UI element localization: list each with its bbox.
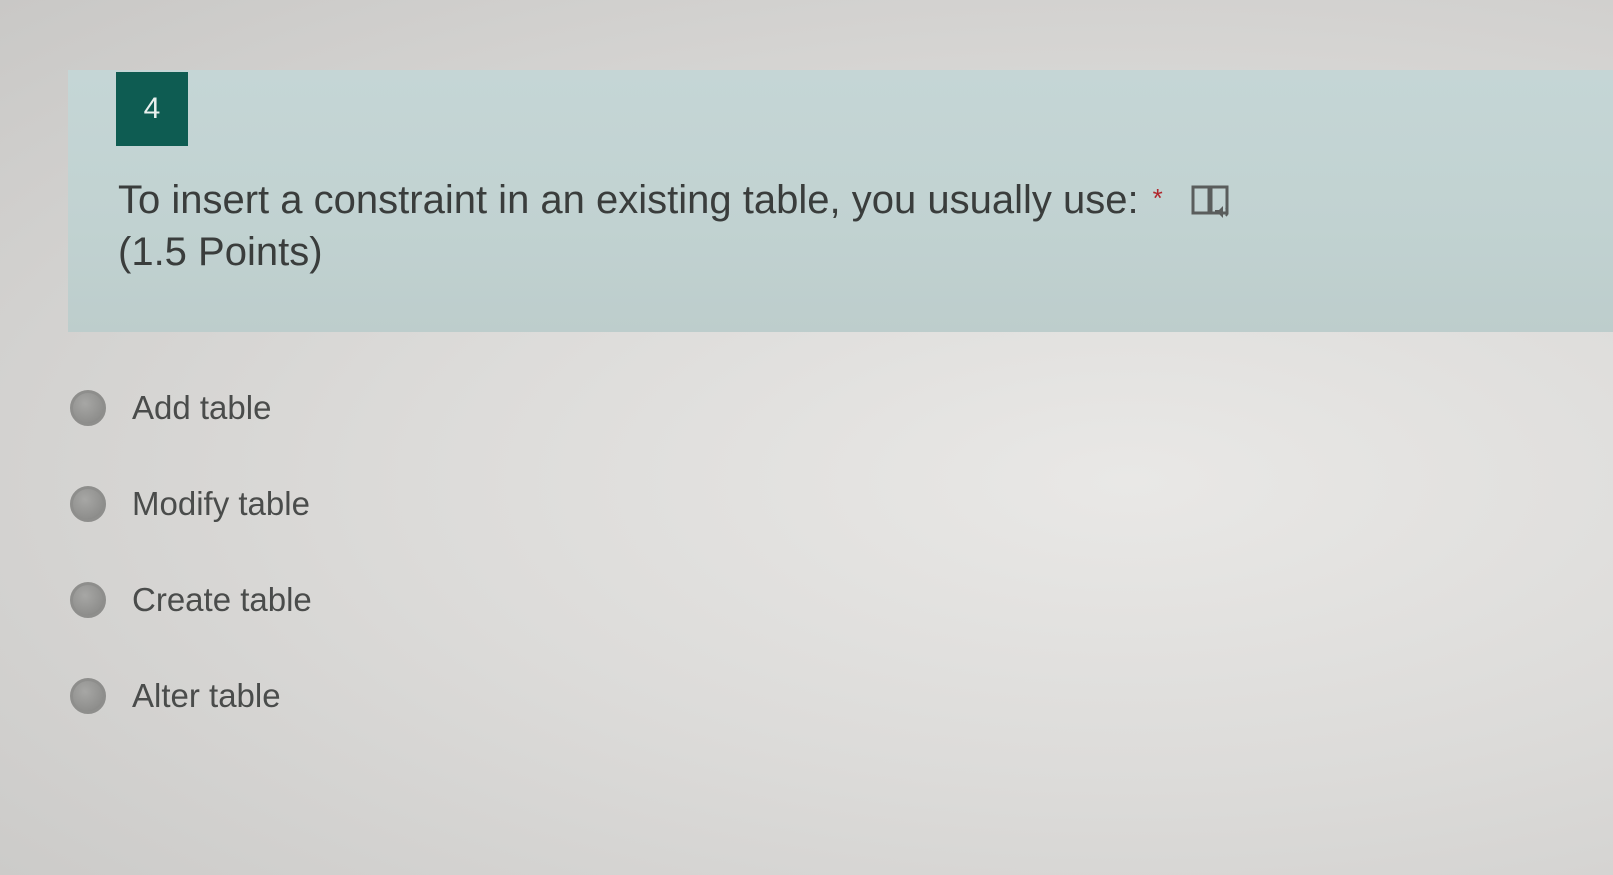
question-text: To insert a constraint in an existing ta…	[118, 178, 1139, 222]
radio-button[interactable]	[70, 678, 106, 714]
question-header: 4 To insert a constraint in an existing …	[68, 70, 1613, 332]
required-marker: *	[1152, 183, 1163, 213]
option-alter-table[interactable]: Alter table	[70, 648, 312, 744]
option-create-table[interactable]: Create table	[70, 552, 312, 648]
radio-button[interactable]	[70, 486, 106, 522]
form-page: 4 To insert a constraint in an existing …	[0, 0, 1613, 875]
option-label[interactable]: Modify table	[132, 485, 310, 523]
option-add-table[interactable]: Add table	[70, 360, 312, 456]
option-label[interactable]: Alter table	[132, 677, 281, 715]
radio-button[interactable]	[70, 582, 106, 618]
answer-options: Add table Modify table Create table Alte…	[70, 360, 312, 744]
radio-button[interactable]	[70, 390, 106, 426]
option-label[interactable]: Add table	[132, 389, 271, 427]
question-points: (1.5 Points)	[118, 230, 323, 274]
immersive-reader-icon[interactable]	[1191, 182, 1233, 220]
option-label[interactable]: Create table	[132, 581, 312, 619]
question-number-badge: 4	[116, 72, 188, 146]
question-title: To insert a constraint in an existing ta…	[118, 174, 1318, 278]
option-modify-table[interactable]: Modify table	[70, 456, 312, 552]
